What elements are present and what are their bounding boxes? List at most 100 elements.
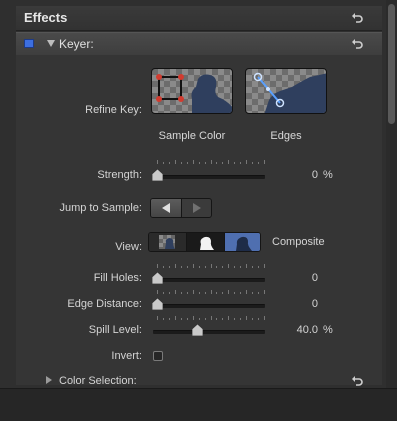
vertical-scrollbar[interactable] — [386, 0, 397, 388]
strength-slider-knob[interactable] — [151, 168, 164, 182]
right-arrow-icon — [193, 203, 201, 213]
slider-tick — [211, 290, 212, 294]
slider-tick — [216, 162, 217, 164]
slider-tick — [187, 292, 188, 294]
slider-tick — [228, 160, 229, 164]
inspector-panel: Effects Keyer: Refine Key: Sample Color … — [0, 0, 397, 421]
slider-tick — [157, 316, 158, 320]
slider-tick — [187, 266, 188, 268]
effect-enable-checkbox[interactable] — [24, 39, 34, 48]
slider-tick — [199, 162, 200, 164]
strength-slider-ticks — [157, 160, 265, 166]
strength-slider[interactable] — [153, 175, 265, 179]
keyer-effect-header[interactable]: Keyer: — [16, 32, 382, 56]
view-segmented-control — [148, 232, 261, 252]
view-matte-button[interactable] — [186, 233, 224, 251]
edge-distance-value[interactable]: 0 — [288, 298, 318, 310]
spill-level-slider[interactable] — [153, 330, 265, 334]
fill-holes-value[interactable]: 0 — [288, 272, 318, 284]
slider-tick — [228, 290, 229, 294]
view-original-button[interactable] — [224, 233, 260, 251]
reset-icon[interactable] — [350, 374, 364, 388]
next-sample-button[interactable] — [181, 199, 211, 217]
edges-button[interactable] — [245, 68, 327, 114]
disclosure-triangle-icon[interactable] — [46, 376, 52, 384]
slider-tick — [246, 264, 247, 268]
slider-tick — [157, 160, 158, 164]
slider-tick — [175, 316, 176, 320]
keyer-label: Keyer: — [59, 37, 94, 51]
slider-tick — [169, 292, 170, 294]
left-arrow-icon — [162, 203, 170, 213]
spill-level-unit: % — [323, 324, 333, 336]
slider-tick — [264, 160, 265, 164]
slider-tick — [181, 266, 182, 268]
disclosure-triangle-icon[interactable] — [47, 40, 55, 47]
strength-unit: % — [323, 169, 333, 181]
sample-color-button[interactable] — [151, 68, 233, 114]
spill-level-slider-knob[interactable] — [191, 323, 204, 337]
spill-level-value[interactable]: 40.0 — [282, 324, 318, 336]
slider-tick — [193, 290, 194, 294]
composite-view-icon — [159, 235, 175, 249]
view-label: View: — [115, 241, 142, 253]
slider-tick — [211, 160, 212, 164]
view-composite-button[interactable] — [149, 233, 186, 251]
fill-holes-slider[interactable] — [153, 278, 265, 282]
slider-tick — [228, 264, 229, 268]
slider-tick — [169, 318, 170, 320]
edge-distance-slider[interactable] — [153, 304, 265, 308]
slider-tick — [193, 160, 194, 164]
slider-tick — [246, 316, 247, 320]
slider-tick — [240, 292, 241, 294]
jump-to-sample-control — [150, 198, 212, 218]
slider-tick — [175, 264, 176, 268]
invert-label: Invert: — [111, 350, 142, 362]
edge-distance-slider-knob[interactable] — [151, 297, 164, 311]
slider-tick — [163, 292, 164, 294]
edge-distance-slider-ticks — [157, 290, 265, 296]
refine-key-label: Refine Key: — [85, 104, 142, 116]
effects-title: Effects — [24, 10, 68, 25]
slider-tick — [193, 316, 194, 320]
slider-tick — [222, 318, 223, 320]
slider-tick — [222, 266, 223, 268]
slider-tick — [175, 290, 176, 294]
fill-holes-label: Fill Holes: — [93, 272, 142, 284]
slider-tick — [216, 318, 217, 320]
previous-sample-button[interactable] — [151, 199, 181, 217]
slider-tick — [181, 292, 182, 294]
slider-tick — [246, 290, 247, 294]
jump-to-sample-label: Jump to Sample: — [59, 202, 142, 214]
strength-label: Strength: — [97, 169, 142, 181]
fill-holes-slider-knob[interactable] — [151, 271, 164, 285]
slider-tick — [258, 318, 259, 320]
original-view-icon — [225, 233, 260, 251]
slider-tick — [169, 266, 170, 268]
slider-tick — [211, 264, 212, 268]
slider-tick — [163, 318, 164, 320]
slider-tick — [258, 292, 259, 294]
slider-tick — [234, 162, 235, 164]
slider-tick — [252, 266, 253, 268]
slider-tick — [246, 160, 247, 164]
strength-value[interactable]: 0 — [288, 169, 318, 181]
sample-color-caption: Sample Color — [158, 130, 226, 142]
spill-level-slider-ticks — [157, 316, 265, 322]
invert-checkbox[interactable] — [153, 351, 163, 361]
reset-icon[interactable] — [350, 11, 364, 25]
slider-tick — [199, 292, 200, 294]
slider-tick — [175, 160, 176, 164]
slider-tick — [252, 292, 253, 294]
slider-tick — [199, 318, 200, 320]
spill-level-label: Spill Level: — [88, 324, 142, 336]
slider-tick — [157, 290, 158, 294]
scrollbar-thumb[interactable] — [388, 4, 395, 124]
slider-tick — [222, 292, 223, 294]
slider-tick — [205, 266, 206, 268]
slider-tick — [252, 318, 253, 320]
slider-tick — [264, 316, 265, 320]
matte-view-icon — [200, 236, 214, 250]
reset-icon[interactable] — [350, 37, 364, 51]
color-selection-row[interactable]: Color Selection: — [16, 372, 382, 388]
